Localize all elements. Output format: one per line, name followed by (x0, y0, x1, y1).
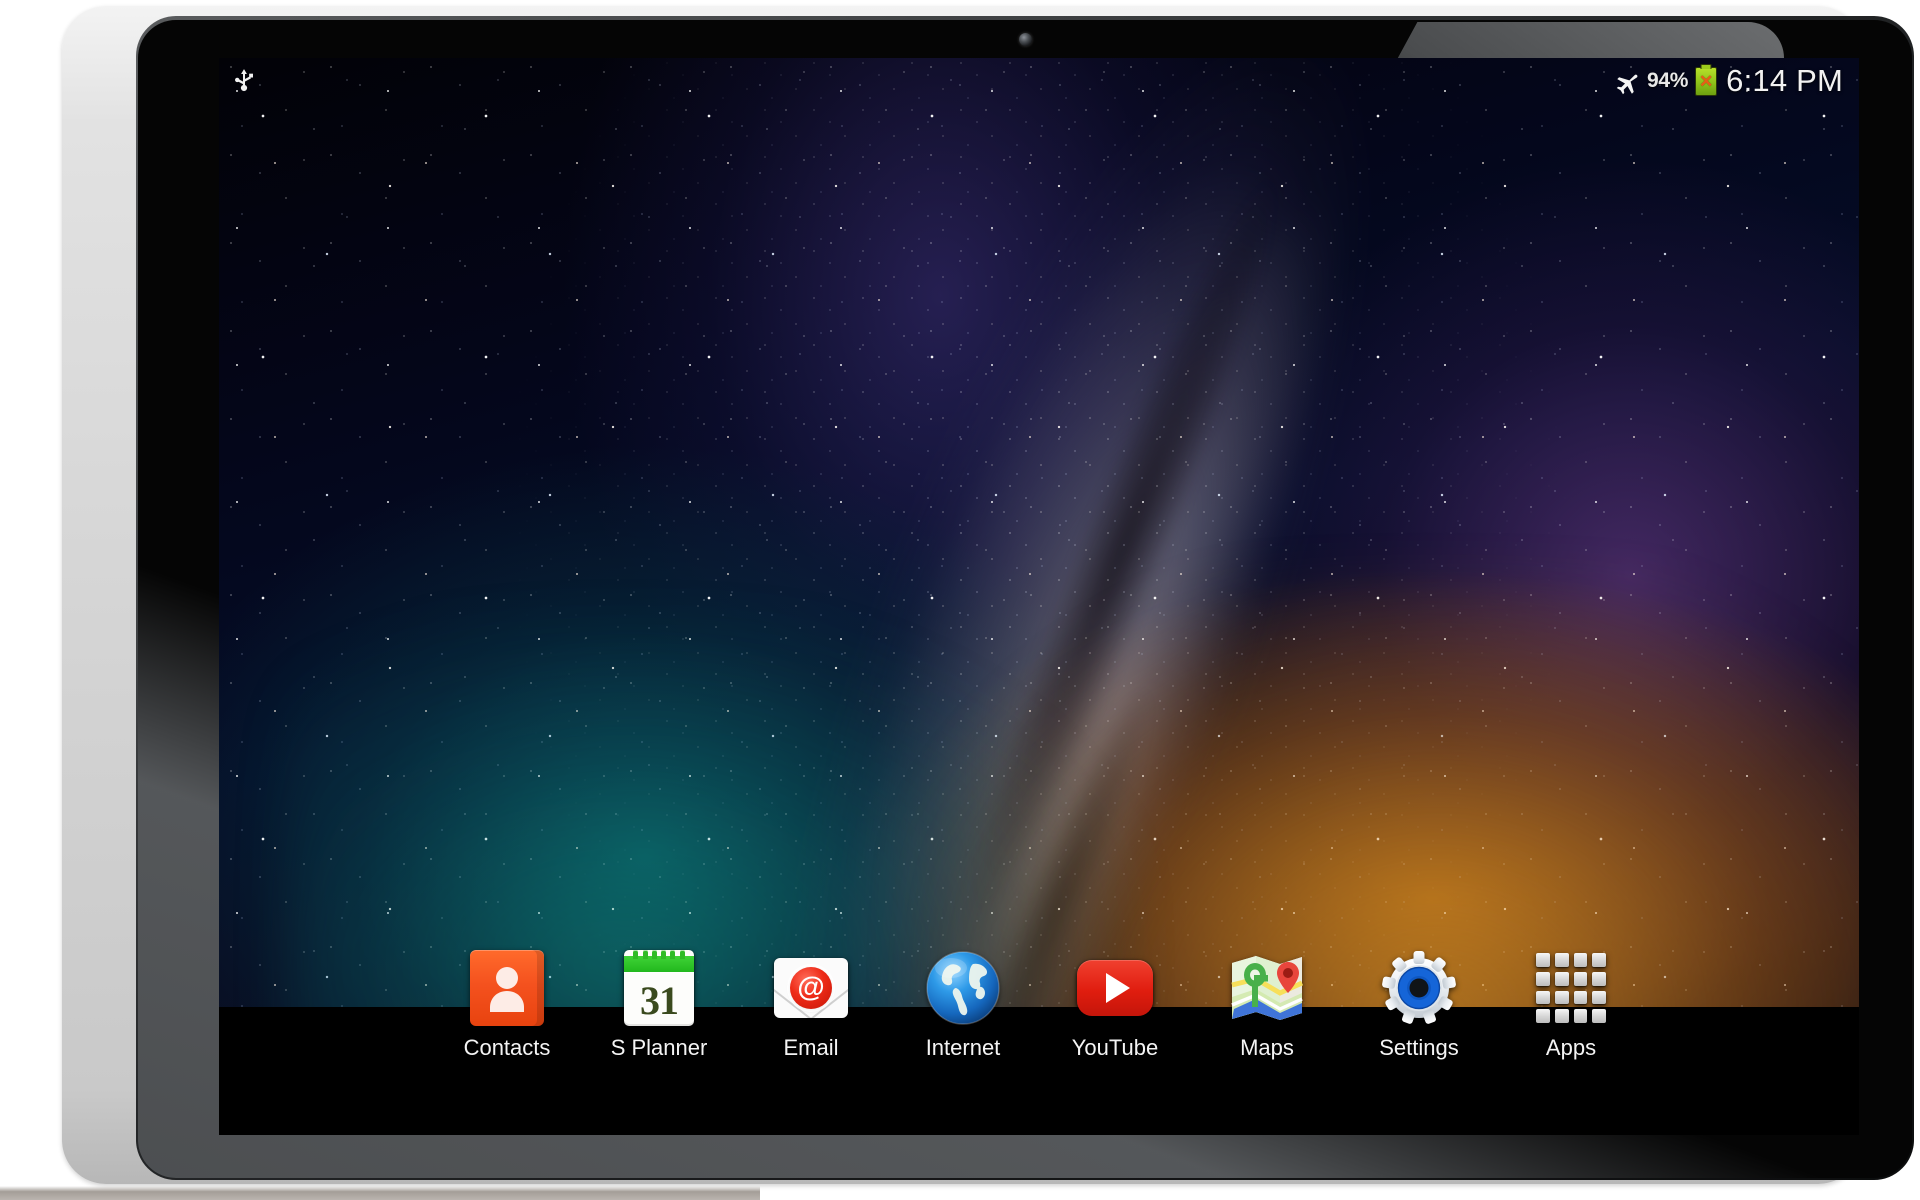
status-bar-right: 94% ✕ 6:14 PM (1611, 63, 1843, 99)
youtube-icon-tile (1077, 960, 1153, 1016)
at-sign-glyph: @ (797, 971, 825, 1002)
email-icon[interactable]: @ (772, 949, 850, 1027)
device-surface-shadow (0, 1186, 760, 1200)
dock-label-splanner: S Planner (610, 1035, 708, 1060)
maps-icon-art (1231, 956, 1304, 1020)
dock-label-apps: Apps (1545, 1035, 1597, 1060)
dock-label-contacts: Contacts (463, 1035, 551, 1060)
dock-item-contacts[interactable]: Contacts (431, 949, 583, 1059)
status-bar-clock: 6:14 PM (1726, 63, 1843, 98)
front-camera-icon (1019, 33, 1032, 46)
dock-item-youtube[interactable]: YouTube (1039, 949, 1191, 1059)
dock-label-settings: Settings (1379, 1035, 1459, 1060)
calendar-icon[interactable]: 31 (620, 949, 698, 1027)
calendar-day-number: 31 (640, 977, 679, 1023)
dock-label-youtube: YouTube (1071, 1035, 1159, 1060)
gear-icon[interactable] (1380, 949, 1458, 1027)
play-triangle-icon (1106, 973, 1130, 1003)
calendar-rings (624, 950, 694, 960)
globe-icon-art (926, 951, 1000, 1025)
calendar-icon-tile: 31 (624, 950, 694, 1026)
apps-grid-tiles (1536, 953, 1606, 1023)
dock-item-email[interactable]: @ Email (735, 949, 887, 1059)
battery-percent-label: 94% (1647, 69, 1689, 92)
battery-unknown-glyph: ✕ (1699, 71, 1714, 91)
status-bar[interactable]: 94% ✕ 6:14 PM (219, 58, 1859, 104)
dock-label-internet: Internet (925, 1035, 1001, 1060)
dock-item-splanner[interactable]: 31 S Planner (583, 949, 735, 1059)
dock-item-maps[interactable]: Maps (1191, 949, 1343, 1059)
contacts-icon[interactable] (468, 949, 546, 1027)
dock-item-apps[interactable]: Apps (1495, 949, 1647, 1059)
dock-label-email: Email (783, 1035, 839, 1060)
contacts-icon-tile (470, 950, 544, 1026)
usb-icon (235, 69, 253, 92)
globe-icon[interactable] (924, 949, 1002, 1027)
person-silhouette-icon (490, 967, 524, 1012)
email-envelope: @ (774, 958, 848, 1018)
at-sign-badge: @ (790, 967, 832, 1009)
tablet-device-frame: 94% ✕ 6:14 PM Contacts 31 S Planner @ Em… (62, 6, 1914, 1184)
battery-unknown-icon: ✕ (1695, 66, 1718, 96)
tablet-screen[interactable]: 94% ✕ 6:14 PM Contacts 31 S Planner @ Em… (219, 58, 1859, 1135)
airplane-mode-icon (1616, 74, 1638, 94)
status-bar-left (233, 67, 255, 95)
maps-icon[interactable] (1228, 949, 1306, 1027)
dock-item-internet[interactable]: Internet (887, 949, 1039, 1059)
dock-item-settings[interactable]: Settings (1343, 949, 1495, 1059)
home-screen-dock: Contacts 31 S Planner @ Email Internet Y… (219, 949, 1859, 1109)
apps-grid-icon[interactable] (1532, 949, 1610, 1027)
youtube-icon[interactable] (1076, 949, 1154, 1027)
dock-label-maps: Maps (1240, 1035, 1294, 1060)
screenshot-root: 94% ✕ 6:14 PM Contacts 31 S Planner @ Em… (0, 0, 1920, 1200)
gear-icon-art (1382, 951, 1456, 1024)
